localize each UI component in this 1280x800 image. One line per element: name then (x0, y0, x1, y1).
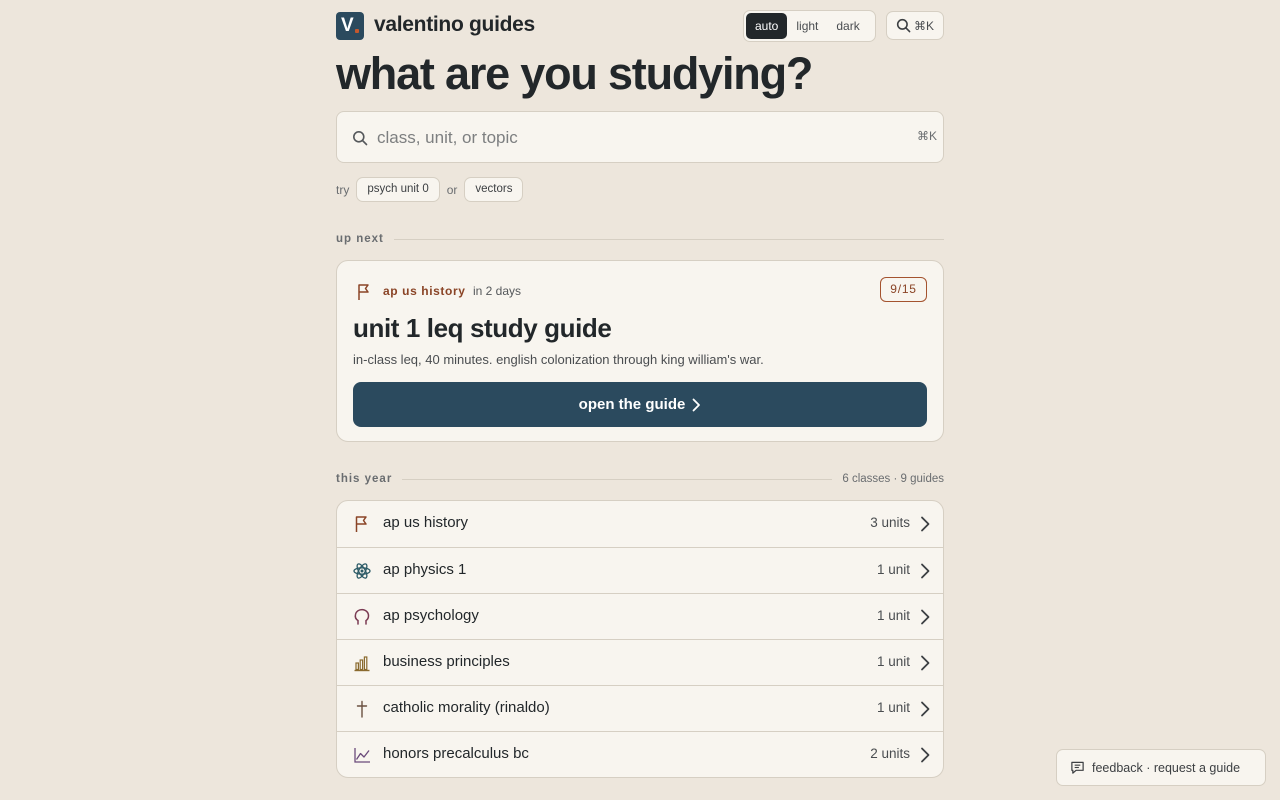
header: V valentino guides auto light dark ⌘K (336, 0, 944, 52)
class-units: 3 units (870, 515, 910, 530)
logo-dot (355, 29, 359, 33)
class-units: 2 units (870, 746, 910, 761)
line-chart-icon (354, 748, 370, 763)
flag-icon (358, 284, 369, 300)
header-search-button[interactable]: ⌘K (886, 11, 944, 40)
class-name: ap us history (383, 514, 469, 531)
class-name: catholic morality (rinaldo) (383, 699, 550, 716)
chevron-right-icon (921, 701, 930, 717)
search-shortcut: ⌘K (913, 18, 934, 33)
theme-option-auto[interactable]: auto (746, 13, 788, 39)
class-name: ap physics 1 (383, 561, 467, 578)
search-box: ⌘K (336, 111, 944, 163)
class-row-honors-precalculus-bc[interactable]: honors precalculus bc 2 units (337, 731, 943, 777)
chevron-right-icon (921, 516, 930, 532)
class-row-ap-psychology[interactable]: ap psychology 1 unit (337, 593, 943, 639)
class-units: 1 unit (876, 700, 910, 715)
this-year-header: this year 6 classes · 9 guides (336, 473, 944, 485)
class-name: honors precalculus bc (383, 745, 529, 762)
this-year-label: this year (336, 473, 393, 485)
or-label: or (446, 182, 458, 197)
up-next-when: in 2 days (473, 284, 522, 298)
class-units: 1 unit (876, 608, 910, 623)
bar-chart-icon (354, 656, 370, 672)
chevron-right-icon (921, 609, 930, 625)
class-row-business-principles[interactable]: business principles 1 unit (337, 639, 943, 685)
theme-option-light[interactable]: light (787, 13, 827, 39)
search-icon (896, 18, 911, 33)
suggestion-chip-psych-unit-0[interactable]: psych unit 0 (356, 177, 440, 202)
atom-icon (353, 563, 371, 579)
search-icon (353, 131, 368, 146)
up-next-description: in-class leq, 40 minutes. english coloni… (353, 352, 764, 367)
open-guide-button[interactable]: open the guide (353, 382, 927, 427)
page-container: V valentino guides auto light dark ⌘K wh… (336, 0, 944, 778)
date-badge: 9/15 (880, 277, 927, 302)
divider (393, 238, 944, 240)
class-units: 1 unit (876, 562, 910, 577)
feedback-button[interactable]: feedback · request a guide (1056, 749, 1266, 786)
try-label: try (336, 182, 350, 197)
class-list: ap us history 3 units ap physics 1 1 uni… (336, 500, 944, 778)
search-input[interactable] (377, 124, 897, 152)
flag-icon (355, 516, 367, 532)
feedback-label: feedback · request a guide (1092, 760, 1241, 775)
theme-option-dark[interactable]: dark (827, 13, 868, 39)
chat-bubble-icon (1071, 761, 1084, 774)
page-title: what are you studying? (336, 48, 813, 99)
this-year-summary: 6 classes · 9 guides (842, 473, 944, 485)
class-name: ap psychology (383, 607, 479, 624)
chevron-right-icon (692, 398, 701, 411)
up-next-header: up next (336, 233, 944, 245)
class-name: business principles (383, 653, 510, 670)
chevron-right-icon (921, 563, 930, 579)
chevron-right-icon (921, 747, 930, 763)
logo[interactable]: V (336, 12, 364, 40)
logo-letter: V (341, 15, 354, 36)
up-next-card: ap us history in 2 days 9/15 unit 1 leq … (336, 260, 944, 442)
cross-icon (356, 700, 368, 718)
head-icon (354, 608, 370, 625)
theme-switcher: auto light dark (743, 10, 876, 42)
class-row-catholic-morality[interactable]: catholic morality (rinaldo) 1 unit (337, 685, 943, 731)
suggestions-row: try psych unit 0 or vectors (336, 177, 524, 202)
brand-name[interactable]: valentino guides (374, 13, 535, 37)
class-units: 1 unit (876, 654, 910, 669)
open-guide-label: open the guide (578, 396, 686, 413)
divider (402, 478, 833, 480)
suggestion-chip-vectors[interactable]: vectors (464, 177, 524, 202)
up-next-title[interactable]: unit 1 leq study guide (353, 313, 612, 344)
up-next-course[interactable]: ap us history (383, 284, 465, 298)
chevron-right-icon (921, 655, 930, 671)
up-next-label: up next (336, 233, 384, 245)
search-shortcut-hint: ⌘K (916, 129, 937, 143)
class-row-ap-physics-1[interactable]: ap physics 1 1 unit (337, 547, 943, 593)
class-row-ap-us-history[interactable]: ap us history 3 units (337, 501, 943, 547)
